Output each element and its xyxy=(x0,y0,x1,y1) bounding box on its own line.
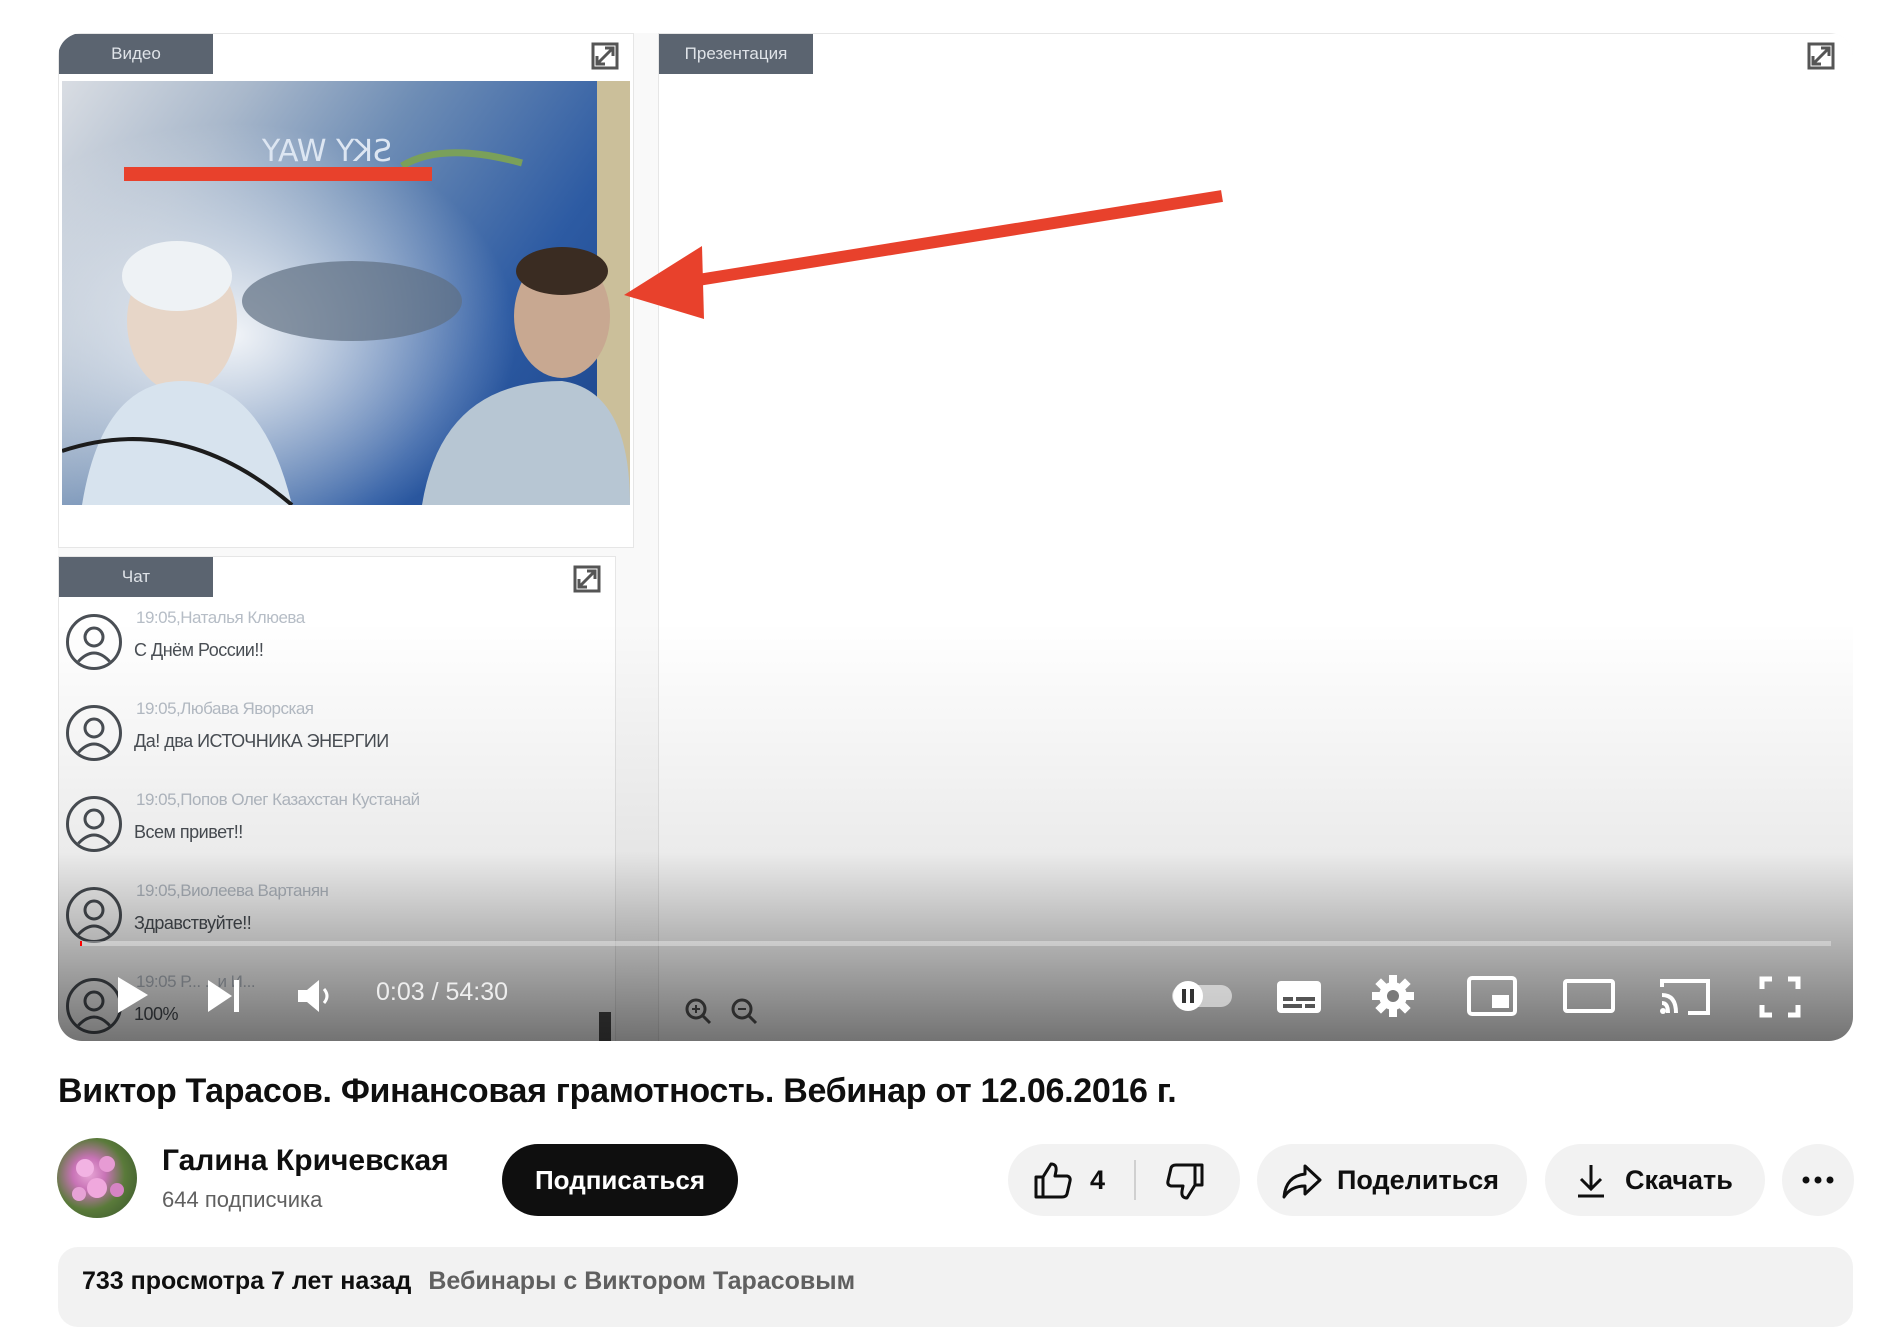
user-avatar-icon xyxy=(66,796,122,852)
chat-meta: 19:05,Любава Яворская xyxy=(136,699,314,718)
user-avatar-icon xyxy=(66,887,122,943)
play-icon[interactable] xyxy=(108,973,152,1017)
chat-meta: 19:05,Виолеева Вартанян xyxy=(136,881,329,900)
views-and-age: 733 просмотра 7 лет назад xyxy=(82,1267,412,1295)
more-actions-button[interactable] xyxy=(1782,1144,1854,1216)
share-arrow-icon xyxy=(1282,1164,1322,1199)
video-title: Виктор Тарасов. Финансовая грамотность. … xyxy=(58,1072,1177,1110)
settings-gear-icon[interactable] xyxy=(1370,973,1416,1019)
download-button[interactable]: Скачать xyxy=(1545,1144,1765,1216)
progress-bar[interactable] xyxy=(80,941,1831,946)
like-count: 4 xyxy=(1090,1165,1106,1195)
chat-scrollbar xyxy=(599,1012,611,1041)
dislike-thumb-down-icon[interactable] xyxy=(1164,1162,1206,1202)
more-dots-icon xyxy=(1802,1176,1834,1184)
zoom-out-icon xyxy=(731,998,758,1025)
playlist-link[interactable]: Вебинары с Виктором Тарасовым xyxy=(428,1267,855,1295)
user-avatar-icon xyxy=(66,614,122,670)
like-thumb-up-icon[interactable] xyxy=(1032,1160,1074,1200)
like-divider xyxy=(1134,1160,1136,1200)
share-button[interactable]: Поделиться xyxy=(1257,1144,1527,1216)
theater-mode-icon[interactable] xyxy=(1562,977,1616,1015)
cast-icon[interactable] xyxy=(1658,975,1712,1017)
chat-panel-tab: Чат xyxy=(59,557,213,597)
annotation-arrow-icon xyxy=(624,190,1223,319)
next-icon[interactable] xyxy=(204,977,244,1015)
chat-text: С Днём России!! xyxy=(134,640,264,660)
chat-message: 19:05,Наталья Клюева С Днём России!! xyxy=(62,602,582,682)
presentation-zoom-tools xyxy=(684,997,764,1032)
volume-icon[interactable] xyxy=(294,977,338,1015)
video-player[interactable]: Видео SKY WAY Чат 19:05,Наталья Клюева С… xyxy=(58,33,1853,1041)
fullscreen-icon[interactable] xyxy=(1758,975,1802,1019)
zoom-in-icon xyxy=(685,998,712,1025)
download-label: Скачать xyxy=(1625,1165,1733,1195)
expand-presentation-panel-icon xyxy=(1807,42,1835,70)
autoplay-toggle[interactable] xyxy=(1168,979,1236,1013)
webinar-chat-panel: Чат 19:05,Наталья Клюева С Днём России!!… xyxy=(58,556,616,1041)
user-avatar-icon xyxy=(66,705,122,761)
channel-avatar[interactable] xyxy=(57,1138,137,1218)
annotation-overlay xyxy=(124,167,1223,319)
chat-text: Всем привет!! xyxy=(134,822,243,842)
chat-message: 19:05,Любава Яворская Да! два ИСТОЧНИКА … xyxy=(62,693,582,773)
expand-chat-panel-icon xyxy=(573,565,601,593)
like-dislike-group: 4 xyxy=(1008,1144,1240,1216)
channel-name[interactable]: Галина Кричевская xyxy=(162,1144,449,1178)
description-box[interactable]: 733 просмотра 7 лет назад Вебинары с Вик… xyxy=(58,1247,1853,1327)
chat-meta: 19:05,Попов Олег Казахстан Кустанай xyxy=(136,790,420,809)
chat-text: Да! два ИСТОЧНИКА ЭНЕРГИИ xyxy=(134,731,389,751)
share-label: Поделиться xyxy=(1337,1165,1500,1195)
description-meta: 733 просмотра 7 лет назад Вебинары с Вик… xyxy=(82,1267,855,1296)
subtitles-icon[interactable] xyxy=(1274,977,1324,1017)
annotation-underline xyxy=(124,167,432,181)
subscriber-count: 644 подписчика xyxy=(162,1187,323,1212)
chat-text: Здравствуйте!! xyxy=(134,913,252,933)
progress-fill xyxy=(80,941,82,946)
time-display: 0:03 / 54:30 xyxy=(376,978,509,1006)
miniplayer-icon[interactable] xyxy=(1466,975,1518,1017)
chat-message: 19:05,Попов Олег Казахстан Кустанай Всем… xyxy=(62,784,582,864)
subscribe-button[interactable]: Подписаться xyxy=(502,1144,738,1216)
download-icon xyxy=(1578,1165,1604,1198)
chat-meta: 19:05,Наталья Клюева xyxy=(136,608,305,627)
